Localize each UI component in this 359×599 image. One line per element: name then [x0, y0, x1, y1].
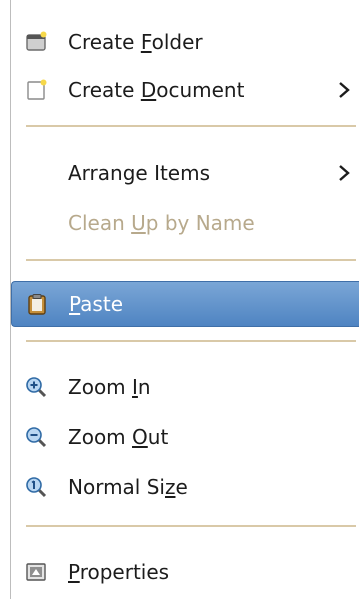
clipboard-paste-icon: [28, 294, 46, 315]
menu-item-normal-size[interactable]: Normal Size: [11, 465, 359, 509]
menu-item-arrange-items[interactable]: Arrange Items: [11, 151, 359, 195]
menu-separator: [26, 125, 356, 128]
menu-separator: [26, 340, 356, 343]
menu-item-label: Zoom In: [68, 375, 151, 399]
context-menu: Create Folder Create Document Arrange It…: [10, 0, 359, 599]
menu-item-create-document[interactable]: Create Document: [11, 68, 359, 112]
document-new-icon: [27, 79, 47, 100]
submenu-arrow-icon: [339, 82, 350, 98]
menu-separator: [26, 525, 356, 528]
menu-item-label: Clean Up by Name: [68, 211, 255, 235]
menu-item-zoom-in[interactable]: Zoom In: [11, 365, 359, 409]
zoom-normal-icon: [26, 477, 47, 498]
menu-item-label: Properties: [68, 560, 170, 584]
menu-separator: [26, 259, 356, 262]
menu-item-label: Zoom Out: [68, 425, 169, 449]
zoom-out-icon: [26, 427, 47, 448]
menu-item-clean-up-by-name[interactable]: Clean Up by Name: [11, 201, 359, 245]
menu-item-paste[interactable]: Paste: [11, 281, 359, 327]
zoom-in-icon: [26, 377, 47, 398]
submenu-arrow-icon: [339, 165, 350, 181]
menu-item-label: Arrange Items: [68, 161, 211, 185]
folder-new-icon: [26, 31, 47, 51]
properties-icon: [26, 563, 46, 581]
menu-item-label: Paste: [69, 292, 123, 316]
menu-item-label: Create Document: [68, 78, 245, 102]
menu-item-create-folder[interactable]: Create Folder: [11, 20, 359, 64]
menu-item-label: Create Folder: [68, 30, 203, 54]
menu-item-properties[interactable]: Properties: [11, 550, 359, 594]
menu-item-zoom-out[interactable]: Zoom Out: [11, 415, 359, 459]
menu-item-label: Normal Size: [68, 475, 188, 499]
